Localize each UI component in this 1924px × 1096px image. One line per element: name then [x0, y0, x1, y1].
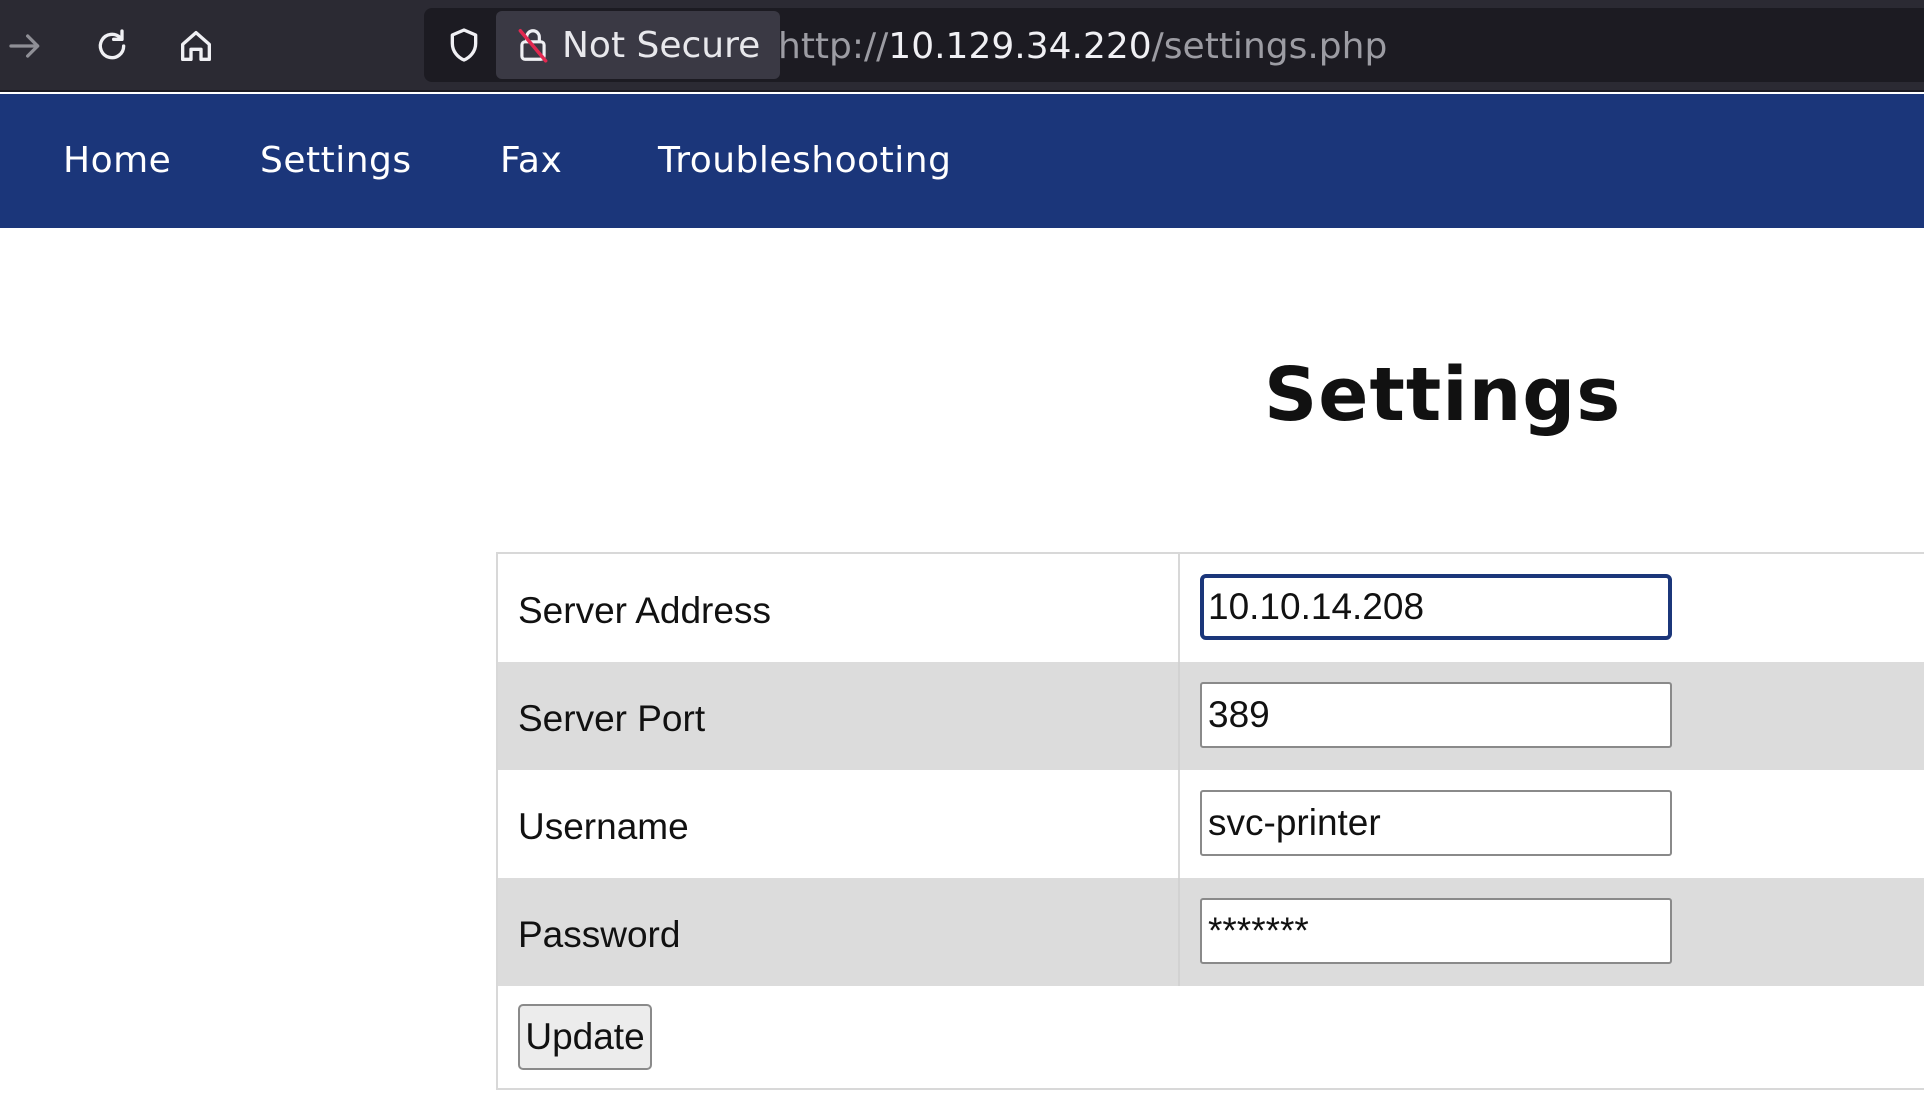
nav-troubleshooting[interactable]: Troubleshooting: [658, 140, 951, 181]
home-button[interactable]: [164, 14, 228, 78]
insecure-lock-icon: [518, 29, 548, 63]
nav-settings[interactable]: Settings: [260, 140, 412, 181]
nav-fax[interactable]: Fax: [500, 140, 562, 181]
cell-divider: [1178, 770, 1180, 878]
server-port-label: Server Port: [518, 698, 706, 739]
browser-toolbar: Not Secure http://10.129.34.220/settings…: [0, 0, 1924, 92]
cell-divider: [1178, 662, 1180, 770]
update-button[interactable]: Update: [518, 1004, 652, 1070]
url-text[interactable]: http://10.129.34.220/settings.php: [778, 26, 1387, 67]
nav-home[interactable]: Home: [63, 140, 171, 181]
form-row-password: Password: [498, 878, 1924, 986]
password-input[interactable]: [1200, 898, 1672, 964]
page-title: Settings: [1264, 352, 1622, 438]
password-label: Password: [518, 914, 681, 955]
forward-button[interactable]: [0, 14, 58, 78]
username-input[interactable]: [1200, 790, 1672, 856]
reload-icon: [98, 29, 126, 60]
url-host: 10.129.34.220: [888, 26, 1152, 67]
security-label: Not Secure: [562, 24, 761, 66]
home-icon: [181, 30, 211, 61]
form-row-server-address: Server Address: [498, 554, 1924, 662]
server-address-label: Server Address: [518, 590, 771, 631]
form-row-server-port: Server Port: [498, 662, 1924, 770]
url-scheme: http://: [778, 26, 889, 67]
shield-icon[interactable]: [444, 25, 484, 65]
settings-form: Server Address Server Port Username Pass…: [496, 552, 1924, 1090]
site-nav: Home Settings Fax Troubleshooting: [0, 94, 1924, 228]
forward-icon: [9, 34, 40, 58]
server-address-input[interactable]: [1200, 574, 1672, 640]
username-label: Username: [518, 806, 689, 847]
address-bar[interactable]: Not Secure http://10.129.34.220/settings…: [424, 8, 1924, 82]
url-path: /settings.php: [1151, 26, 1388, 67]
server-port-input[interactable]: [1200, 682, 1672, 748]
cell-divider: [1178, 878, 1180, 986]
cell-divider: [1178, 554, 1180, 662]
form-row-username: Username: [498, 770, 1924, 878]
not-secure-badge[interactable]: Not Secure: [496, 11, 781, 79]
reload-button[interactable]: [80, 14, 144, 78]
